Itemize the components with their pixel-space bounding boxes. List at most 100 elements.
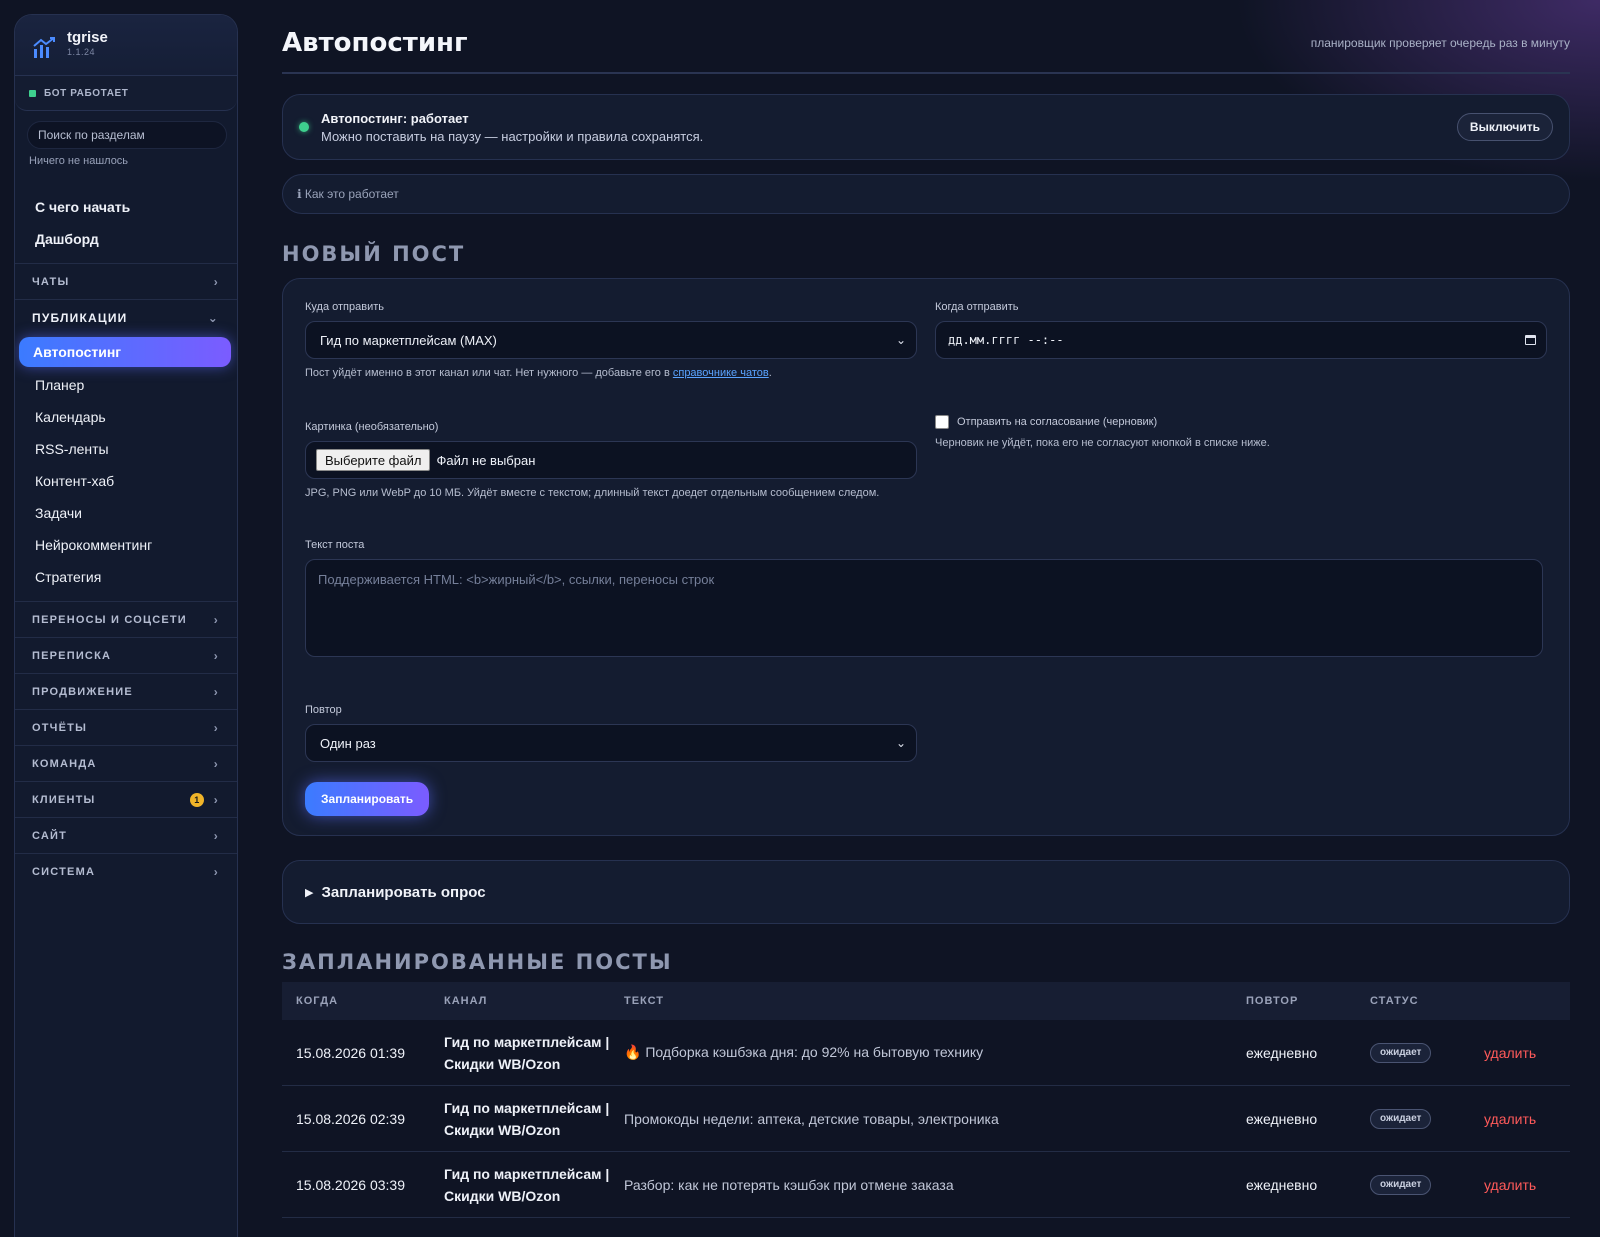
chevron-down-icon: ⌄: [895, 333, 906, 347]
chevron-right-icon: ›: [213, 648, 219, 663]
image-help: JPG, PNG или WebP до 10 МБ. Уйдёт вместе…: [305, 487, 880, 499]
repeat-label: Повтор: [305, 704, 342, 716]
status-dot-icon: [299, 122, 309, 132]
nav-section-chats[interactable]: ЧАТЫ ›: [15, 263, 237, 299]
channel-line-2: Скидки WB/Ozon: [444, 1121, 561, 1138]
nav-section-site[interactable]: САЙТ ›: [15, 817, 237, 853]
main-content: Автопостинг планировщик проверяет очеред…: [282, 0, 1570, 1218]
nav-item-calendar[interactable]: Календарь: [15, 401, 237, 433]
brand[interactable]: tgrise 1.1.24: [15, 15, 237, 75]
nav-section-label: ОТЧЁТЫ: [32, 721, 88, 734]
notification-badge: 1: [189, 792, 204, 807]
row-actions: удалить: [1484, 1111, 1570, 1127]
repeat-select[interactable]: Один раз ⌄: [305, 724, 917, 762]
nav-item-strategy[interactable]: Стратегия: [15, 561, 237, 593]
nav-section-label: САЙТ: [32, 829, 68, 842]
nav-section-reports[interactable]: ОТЧЁТЫ ›: [15, 709, 237, 745]
nav-section-label: ПРОДВИЖЕНИЕ: [32, 685, 133, 698]
nav-section-publications[interactable]: ПУБЛИКАЦИИ ⌄: [15, 299, 237, 335]
post-text-input[interactable]: [305, 559, 1543, 657]
row-text: Разбор: как не потерять кэшбэк при отмен…: [624, 1176, 954, 1193]
scheduler-hint: планировщик проверяет очередь раз в мину…: [1310, 36, 1570, 50]
nav-item-planner[interactable]: Планер: [15, 369, 237, 401]
chats-directory-link[interactable]: справочнике чатов: [673, 367, 769, 379]
nav-section-messaging[interactable]: ПЕРЕПИСКА ›: [15, 637, 237, 673]
row-channel: Гид по маркетплейсам | Скидки WB/Ozon: [444, 1163, 624, 1207]
channel-line-1: Гид по маркетплейсам |: [444, 1165, 610, 1182]
search-wrap: [15, 111, 237, 149]
chevron-right-icon: ›: [213, 864, 219, 879]
chevron-right-icon: ›: [213, 792, 219, 807]
nav-section-label: КЛИЕНТЫ: [32, 793, 96, 806]
table-row: 15.08.2026 02:39 Гид по маркетплейсам | …: [282, 1086, 1570, 1152]
nav-section-label: ПУБЛИКАЦИИ: [32, 310, 128, 325]
bot-status: БОТ РАБОТАЕТ: [15, 75, 237, 111]
row-actions: удалить: [1484, 1177, 1570, 1193]
row-status: ожидает: [1370, 1174, 1484, 1195]
approval-checkbox[interactable]: [935, 415, 949, 429]
schedule-button[interactable]: Запланировать: [305, 782, 430, 816]
col-when: КОГДА: [296, 995, 339, 1007]
row-repeat: ежедневно: [1246, 1176, 1318, 1193]
status-dot-icon: [29, 89, 36, 97]
chevron-right-icon: ›: [213, 828, 219, 843]
choose-file-button[interactable]: Выберите файл: [316, 449, 431, 471]
row-channel: Гид по маркетплейсам | Скидки WB/Ozon: [444, 1031, 624, 1075]
target-select[interactable]: Гид по маркетплейсам (MAX) ⌄: [305, 321, 917, 359]
nav-section-system[interactable]: СИСТЕМА ›: [15, 853, 237, 889]
nav-section-reposts[interactable]: ПЕРЕНОСЫ И СОЦСЕТИ ›: [15, 601, 237, 637]
datetime-placeholder: дд.мм.гггг --:--: [948, 333, 1064, 347]
search-input[interactable]: [27, 121, 227, 149]
section-right: 1 ›: [189, 792, 219, 807]
scheduled-posts-title: ЗАПЛАНИРОВАННЫЕ ПОСТЫ: [282, 950, 673, 974]
approval-checkbox-row[interactable]: Отправить на согласование (черновик): [935, 415, 1547, 429]
channel-line-1: Гид по маркетплейсам |: [444, 1033, 610, 1050]
chevron-right-icon: ›: [213, 612, 219, 627]
nav-section-team[interactable]: КОМАНДА ›: [15, 745, 237, 781]
disable-autopost-button[interactable]: Выключить: [1456, 113, 1553, 141]
target-help-text: Пост уйдёт именно в этот канал или чат. …: [305, 367, 670, 379]
how-it-works-toggle[interactable]: ℹ Как это работает: [282, 174, 1570, 214]
row-repeat: ежедневно: [1246, 1110, 1318, 1127]
nav-link-dashboard[interactable]: Дашборд: [15, 223, 237, 255]
scheduled-posts-table: КОГДА КАНАЛ ТЕКСТ ПОВТОР СТАТУС 15.08.20…: [282, 982, 1570, 1218]
row-when: 15.08.2026 01:39: [296, 1044, 405, 1061]
schedule-poll-toggle[interactable]: ▶ Запланировать опрос: [282, 860, 1570, 924]
row-status: ожидает: [1370, 1042, 1484, 1063]
table-row: 15.08.2026 03:39 Гид по маркетплейсам | …: [282, 1152, 1570, 1218]
nav-item-autoposting[interactable]: Автопостинг: [19, 337, 231, 367]
nav-item-rss[interactable]: RSS-ленты: [15, 433, 237, 465]
nav-section-promotion[interactable]: ПРОДВИЖЕНИЕ ›: [15, 673, 237, 709]
nav-item-tasks[interactable]: Задачи: [15, 497, 237, 529]
delete-link[interactable]: удалить: [1484, 1177, 1536, 1193]
calendar-icon[interactable]: [1525, 335, 1536, 345]
delete-link[interactable]: удалить: [1484, 1045, 1536, 1061]
new-post-title: НОВЫЙ ПОСТ: [282, 242, 466, 266]
row-text: 🔥 Подборка кэшбэка дня: до 92% на бытову…: [624, 1044, 984, 1060]
row-status: ожидает: [1370, 1108, 1484, 1129]
approval-label: Отправить на согласование (черновик): [957, 416, 1158, 428]
row-actions: удалить: [1484, 1045, 1570, 1061]
bot-status-label: БОТ РАБОТАЕТ: [44, 87, 129, 99]
when-label: Когда отправить: [935, 301, 1019, 313]
row-text: Промокоды недели: аптека, детские товары…: [624, 1110, 999, 1127]
nav-link-start[interactable]: С чего начать: [15, 191, 237, 223]
target-select-value: Гид по маркетплейсам (MAX): [320, 332, 497, 348]
datetime-input[interactable]: дд.мм.гггг --:--: [935, 321, 1547, 359]
nav-item-neurocommenting[interactable]: Нейрокомментинг: [15, 529, 237, 561]
brand-name: tgrise: [67, 29, 108, 46]
page-title: Автопостинг: [282, 28, 468, 58]
status-badge: ожидает: [1370, 1043, 1432, 1063]
file-none-text: Файл не выбран: [436, 452, 536, 468]
nav: С чего начать Дашборд ЧАТЫ › ПУБЛИКАЦИИ …: [15, 167, 237, 889]
nav-item-content-hub[interactable]: Контент-хаб: [15, 465, 237, 497]
repeat-select-value: Один раз: [320, 735, 376, 751]
delete-link[interactable]: удалить: [1484, 1111, 1536, 1127]
channel-line-2: Скидки WB/Ozon: [444, 1187, 561, 1204]
nav-section-clients[interactable]: КЛИЕНТЫ 1 ›: [15, 781, 237, 817]
image-file-input[interactable]: Выберите файл Файл не выбран: [305, 441, 917, 479]
status-info: Автопостинг: работает Можно поставить на…: [299, 111, 703, 144]
status-badge: ожидает: [1370, 1175, 1432, 1195]
row-when: 15.08.2026 03:39: [296, 1176, 405, 1193]
text-label: Текст поста: [305, 539, 365, 551]
